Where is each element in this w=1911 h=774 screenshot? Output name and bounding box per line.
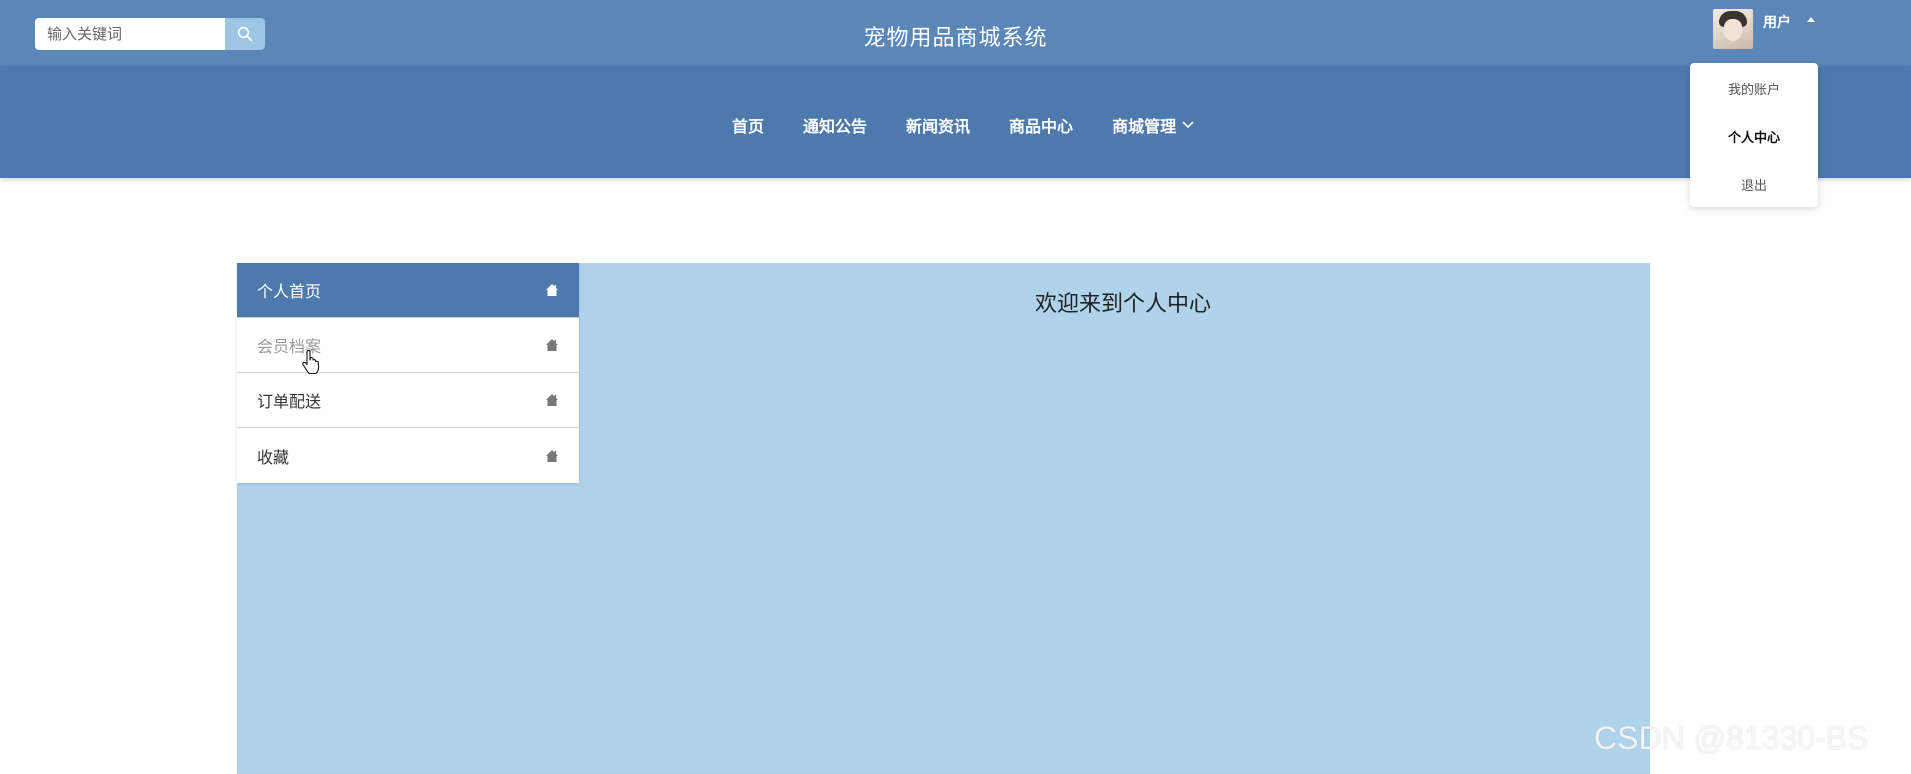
hand-cursor-icon	[302, 350, 320, 375]
nav-item-products[interactable]: 商品中心	[1009, 113, 1073, 137]
user-menu-toggle[interactable]: 用户	[1713, 9, 1815, 49]
side-item-order-delivery[interactable]: 订单配送	[237, 373, 579, 428]
chevron-down-icon	[1182, 121, 1194, 129]
home-icon	[546, 394, 558, 406]
home-icon	[546, 284, 558, 296]
caret-up-icon[interactable]	[1807, 17, 1815, 22]
menu-item-personal-center[interactable]: 个人中心	[1690, 127, 1818, 146]
menu-item-logout[interactable]: 退出	[1690, 175, 1818, 194]
main-nav: 首页 通知公告 新闻资讯 商品中心 商城管理	[732, 113, 1194, 137]
nav-item-home[interactable]: 首页	[732, 113, 764, 137]
home-icon	[546, 449, 558, 462]
top-bar: 宠物用品商城系统 用户	[0, 0, 1911, 66]
menu-item-my-account[interactable]: 我的账户	[1690, 79, 1818, 98]
site-title: 宠物用品商城系统	[863, 26, 1048, 51]
nav-bar: 首页 通知公告 新闻资讯 商品中心 商城管理	[0, 66, 1911, 178]
nav-item-mall-management[interactable]: 商城管理	[1112, 113, 1194, 137]
avatar[interactable]	[1713, 9, 1753, 49]
user-name[interactable]: 用户	[1763, 12, 1791, 32]
nav-item-notices[interactable]: 通知公告	[803, 113, 867, 137]
nav-item-news[interactable]: 新闻资讯	[906, 113, 970, 137]
side-menu: 个人首页 会员档案 订单配送 收藏	[237, 263, 579, 483]
home-icon	[546, 339, 558, 351]
side-item-favorites[interactable]: 收藏	[237, 428, 579, 483]
user-dropdown-menu: 我的账户 个人中心 退出	[1690, 63, 1818, 207]
watermark: CSDN @81330-BS	[1594, 720, 1869, 756]
side-item-personal-home[interactable]: 个人首页	[237, 263, 579, 318]
side-item-member-profile[interactable]: 会员档案	[237, 318, 579, 373]
